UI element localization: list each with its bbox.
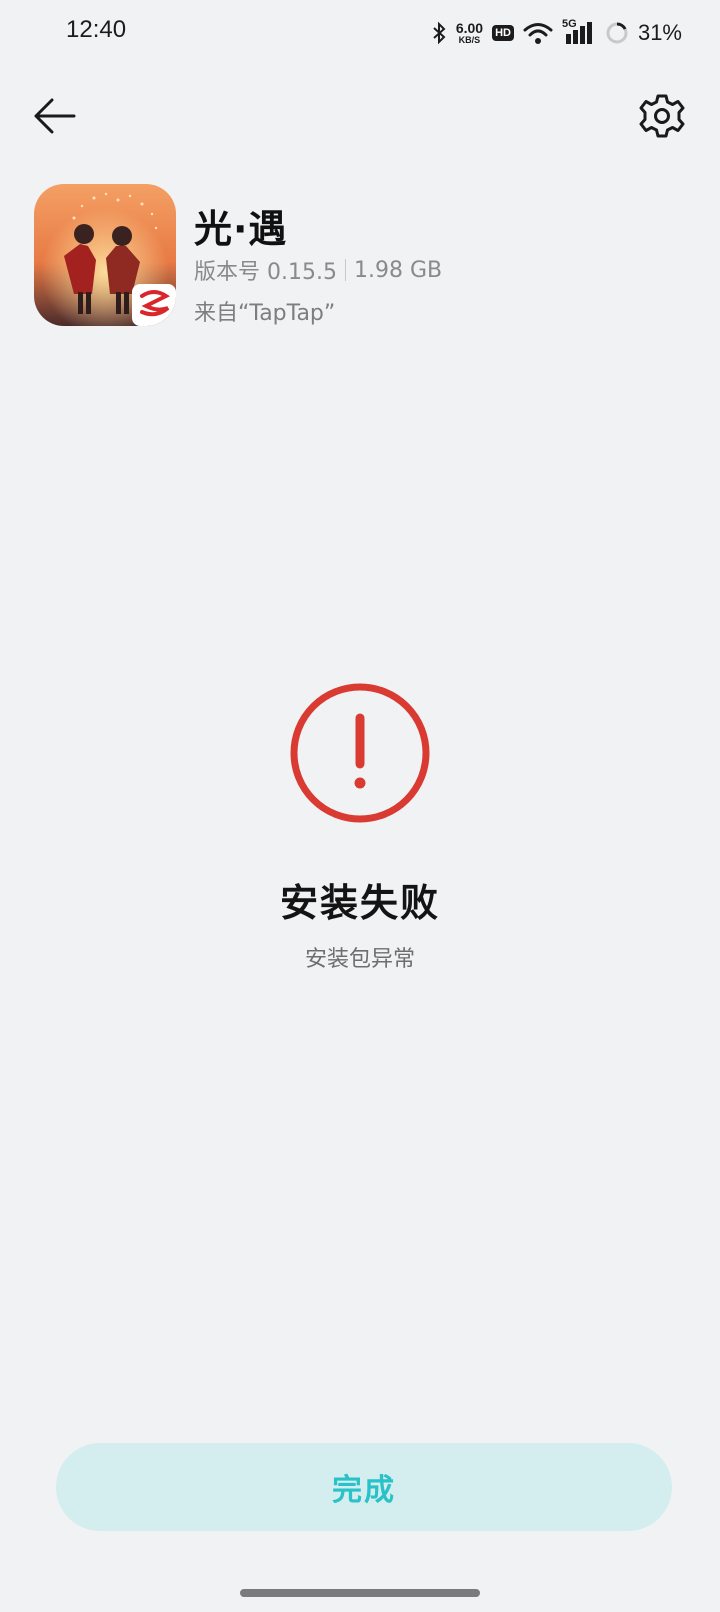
signal-group: 5G [562, 18, 596, 46]
app-name: 光·遇 [194, 207, 288, 251]
bluetooth-icon [433, 21, 446, 45]
done-button[interactable]: 完成 [56, 1443, 672, 1531]
install-failed-reason: 安装包异常 [304, 947, 415, 972]
net-speed-unit: KB/S [458, 35, 481, 45]
app-version: 版本号 0.15.5 [194, 260, 337, 285]
hd-badge: HD [492, 25, 514, 41]
wifi-icon [523, 23, 553, 44]
battery-ring-icon [606, 22, 628, 44]
back-arrow-icon [34, 98, 76, 134]
home-indicator[interactable] [240, 1589, 480, 1597]
net-speed-value: 6.00 [455, 20, 484, 36]
error-exclamation-icon [290, 683, 430, 823]
app-size: 1.98 GB [353, 257, 443, 283]
gear-icon [639, 94, 685, 138]
net-speed: 6.00 KB/S [456, 21, 483, 45]
meta-divider [344, 259, 346, 281]
top-bar [0, 86, 720, 146]
status-bar: 12:40 6.00 KB/S HD 5G 31% [0, 0, 720, 66]
signal-icon [565, 22, 592, 44]
back-button[interactable] [30, 94, 80, 138]
battery-percent: 31% [637, 20, 682, 45]
status-icons: 6.00 KB/S HD 5G 31% [431, 18, 682, 48]
app-source: 来自“TapTap” [194, 301, 336, 326]
status-time: 12:40 [66, 16, 127, 43]
app-info: 光·遇 版本号 0.15.5 1.98 GB 来自“TapTap” [34, 184, 694, 326]
app-meta: 版本号 0.15.5 1.98 GB [194, 254, 442, 286]
app-icon [34, 184, 176, 326]
settings-button[interactable] [638, 92, 686, 140]
install-failed-title: 安装失败 [279, 881, 440, 925]
